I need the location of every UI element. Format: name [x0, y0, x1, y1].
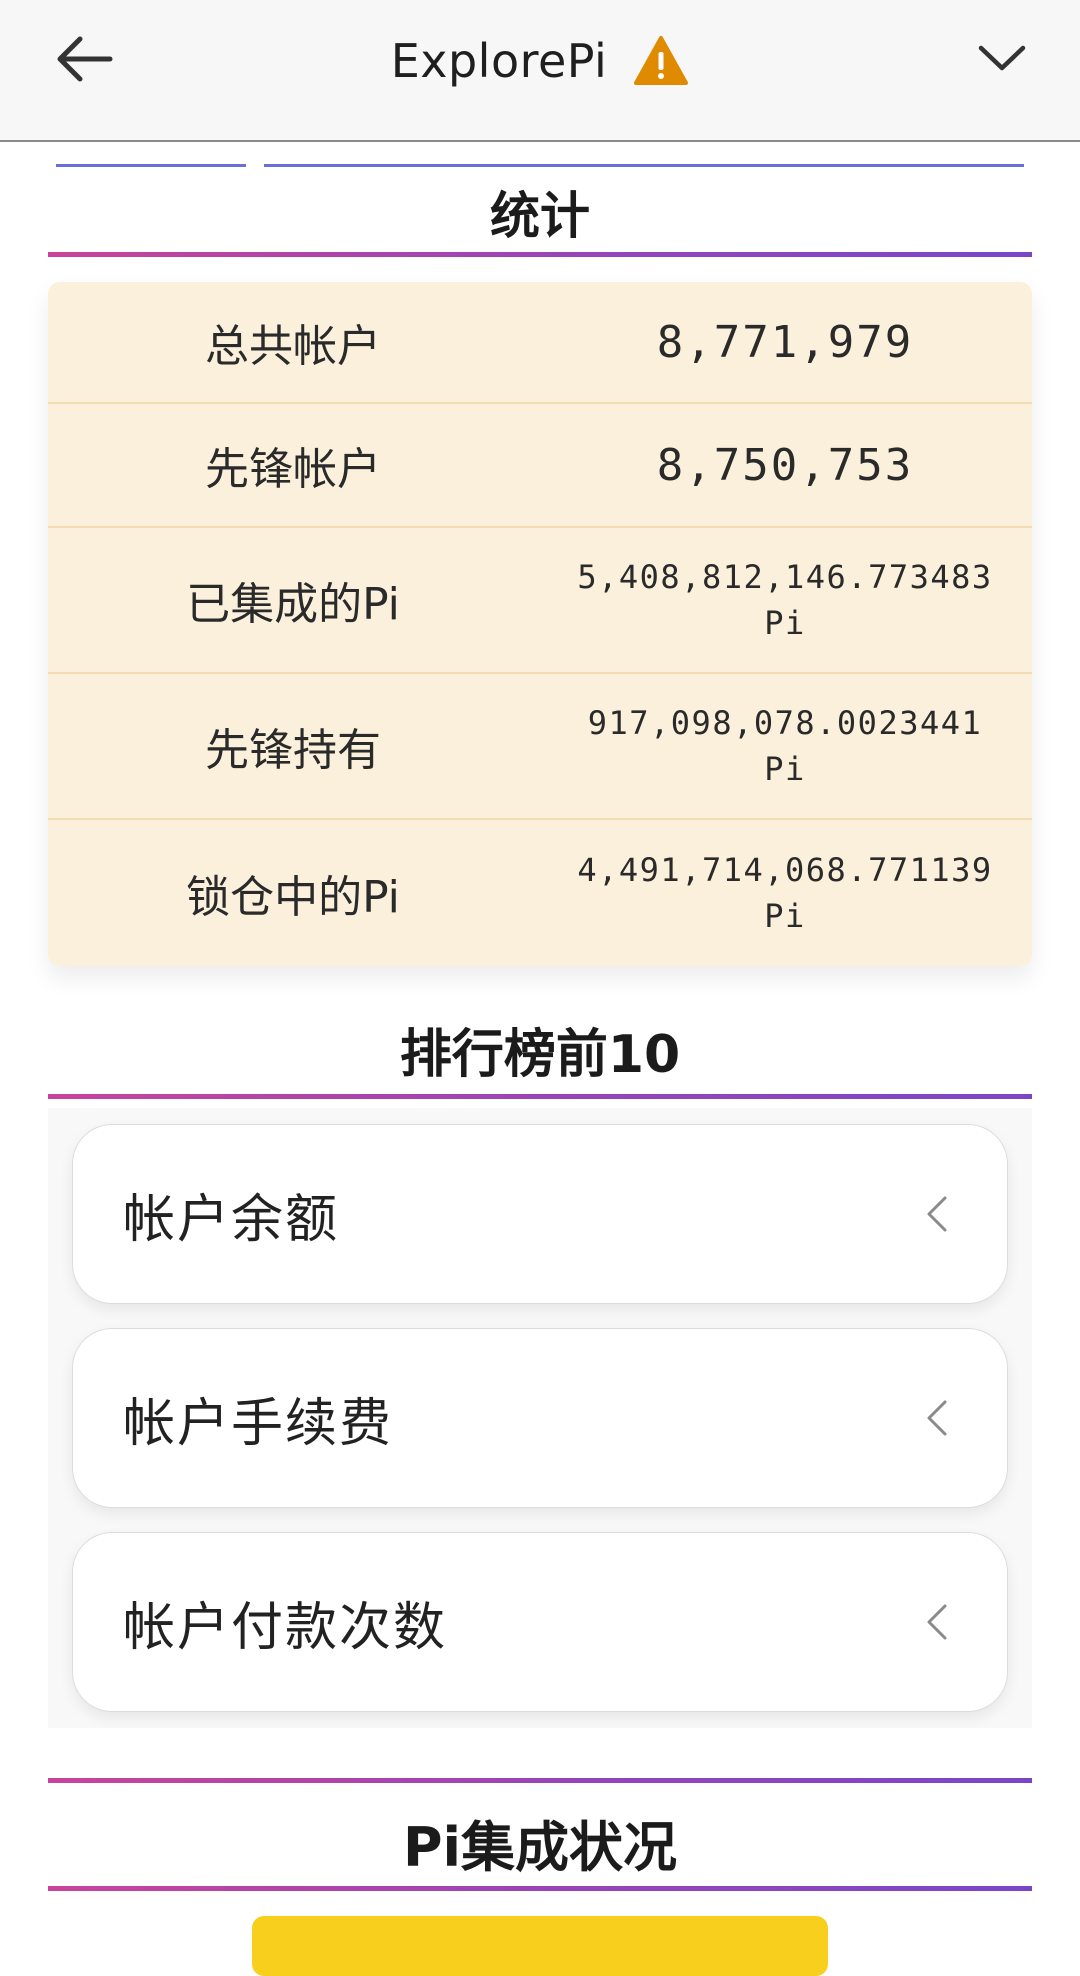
tab-indicator-right	[264, 164, 1024, 167]
chevron-left-icon	[925, 1329, 949, 1507]
leaderboard-item-label: 帐户手续费	[123, 1393, 394, 1454]
warning-icon[interactable]	[633, 35, 689, 87]
stat-value-number: 5,408,812,146.773483	[577, 558, 993, 596]
integration-top-divider	[48, 1778, 1032, 1783]
leaderboard-item-balance[interactable]: 帐户余额	[72, 1124, 1008, 1304]
stat-label: 总共帐户	[205, 321, 381, 372]
stat-value-unit: Pi	[764, 750, 806, 788]
stat-value: 8,750,753	[656, 439, 914, 491]
leaderboard-item-payments[interactable]: 帐户付款次数	[72, 1532, 1008, 1712]
stat-row-pioneer-accounts: 先锋帐户 8,750,753	[48, 404, 1032, 528]
stat-label: 先锋持有	[205, 725, 381, 776]
leaderboard-item-fees[interactable]: 帐户手续费	[72, 1328, 1008, 1508]
app-title: ExplorePi	[390, 34, 608, 88]
integration-title: Pi集成状况	[402, 1816, 678, 1879]
stat-value: 5,408,812,146.773483 Pi	[538, 528, 1032, 672]
chevron-left-icon	[925, 1125, 949, 1303]
stat-row-integrated-pi: 已集成的Pi 5,408,812,146.773483 Pi	[48, 528, 1032, 674]
chevron-down-icon	[978, 45, 1026, 71]
leaderboard-item-label: 帐户付款次数	[123, 1597, 448, 1658]
stat-label: 已集成的Pi	[186, 579, 400, 630]
stat-row-total-accounts: 总共帐户 8,771,979	[48, 282, 1032, 404]
tab-indicator-left	[56, 164, 246, 167]
stat-value: 8,771,979	[656, 316, 914, 368]
leaderboard-item-label: 帐户余额	[123, 1189, 340, 1250]
stats-divider	[48, 252, 1032, 257]
leaderboard-title: 排行榜前10	[399, 1025, 681, 1085]
stat-value: 917,098,078.0023441 Pi	[538, 674, 1032, 818]
integration-divider	[48, 1886, 1032, 1891]
stat-value: 4,491,714,068.771139 Pi	[538, 820, 1032, 966]
integration-button[interactable]	[252, 1916, 828, 1976]
chevron-left-icon	[925, 1533, 949, 1711]
menu-toggle-button[interactable]	[972, 30, 1032, 84]
stat-value-unit: Pi	[764, 604, 806, 642]
stat-value-number: 4,491,714,068.771139	[577, 851, 993, 889]
stat-row-pioneer-holdings: 先锋持有 917,098,078.0023441 Pi	[48, 674, 1032, 820]
stat-label: 先锋帐户	[205, 444, 381, 495]
stat-label: 锁仓中的Pi	[186, 872, 400, 923]
app-header: ExplorePi	[0, 0, 1080, 142]
stats-title: 统计	[490, 187, 590, 245]
stats-card: 总共帐户 8,771,979 先锋帐户 8,750,753 已集成的Pi 5,4…	[48, 282, 1032, 966]
leaderboard-divider	[48, 1094, 1032, 1099]
stat-value-unit: Pi	[764, 897, 806, 935]
stat-value-number: 917,098,078.0023441	[587, 704, 983, 742]
title-group: ExplorePi	[0, 26, 1080, 96]
stat-row-locked-pi: 锁仓中的Pi 4,491,714,068.771139 Pi	[48, 820, 1032, 966]
